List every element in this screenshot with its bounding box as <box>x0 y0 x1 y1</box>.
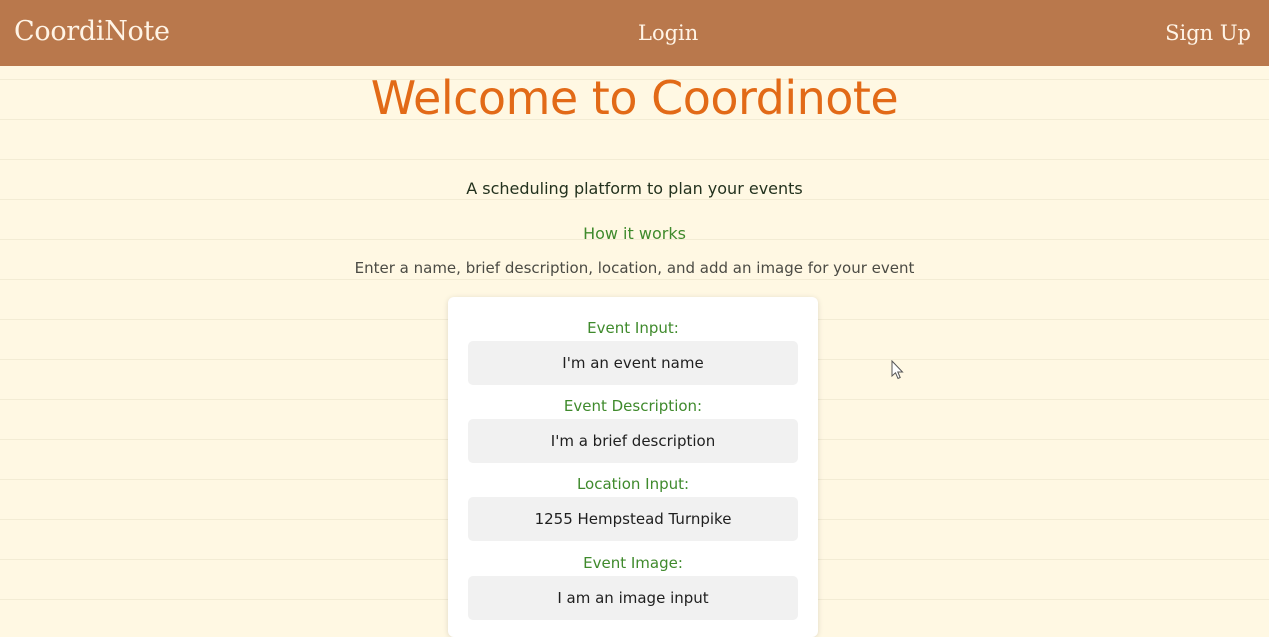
event-form-card: Event Input: Event Description: Location… <box>448 297 818 637</box>
event-name-label: Event Input: <box>587 319 679 337</box>
event-image-label: Event Image: <box>583 554 683 572</box>
brand-logo-text[interactable]: CoordiNote <box>14 15 170 49</box>
event-image-input[interactable] <box>468 576 798 620</box>
top-navbar: CoordiNote Login Sign Up <box>0 0 1269 66</box>
location-label: Location Input: <box>576 475 690 493</box>
tagline: A scheduling platform to plan your event… <box>466 179 803 198</box>
login-link[interactable]: Login <box>638 19 698 47</box>
event-name-input[interactable] <box>468 341 798 385</box>
location-input[interactable] <box>468 497 798 541</box>
page-title: Welcome to Coordinote <box>370 71 899 125</box>
how-it-works-heading: How it works <box>583 224 686 243</box>
instructions-text: Enter a name, brief description, locatio… <box>354 259 915 277</box>
event-description-label: Event Description: <box>563 397 703 415</box>
signup-link[interactable]: Sign Up <box>1165 19 1251 47</box>
mouse-pointer-icon <box>891 360 904 380</box>
event-description-input[interactable] <box>468 419 798 463</box>
